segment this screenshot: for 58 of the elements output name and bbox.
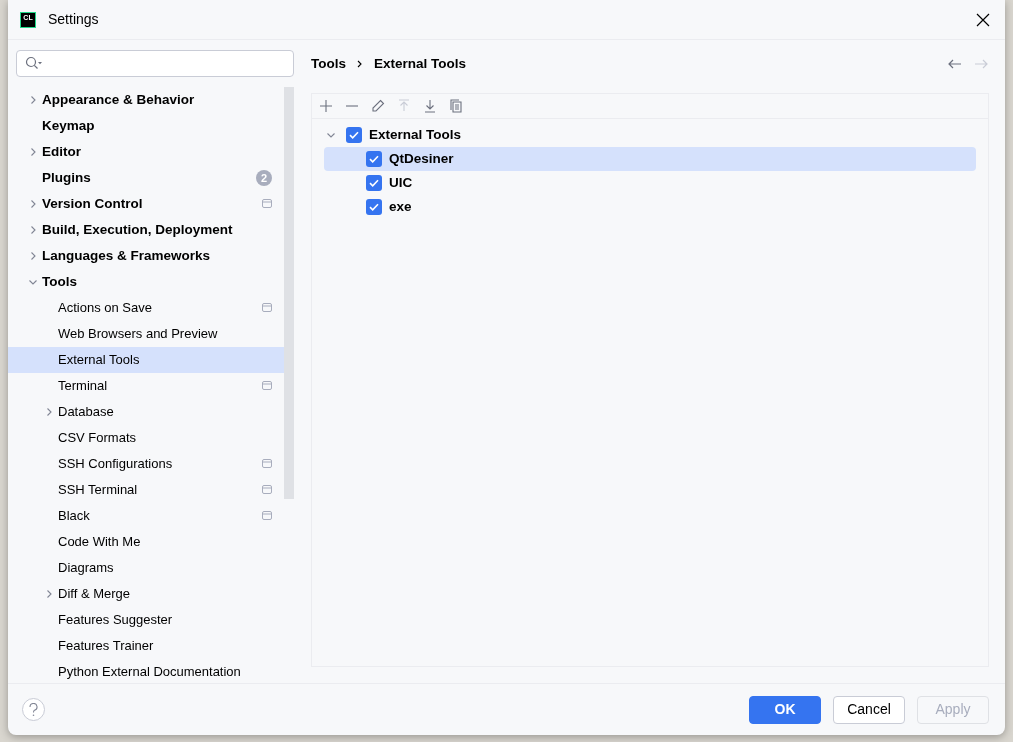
- count-badge: 2: [256, 169, 272, 186]
- check-icon: [368, 153, 380, 165]
- breadcrumb-item: External Tools: [374, 54, 467, 73]
- sidebar-item[interactable]: Build, Execution, Deployment: [8, 216, 284, 243]
- sidebar-item[interactable]: CSV Formats: [8, 424, 284, 451]
- sidebar-item[interactable]: Keymap: [8, 112, 284, 139]
- edit-button[interactable]: [370, 98, 386, 114]
- sidebar-item[interactable]: Version Control: [8, 190, 284, 217]
- sidebar-item[interactable]: Diff & Merge: [8, 580, 284, 607]
- sidebar-item[interactable]: Python External Documentation: [8, 658, 284, 683]
- sidebar-item[interactable]: Database: [8, 398, 284, 425]
- tree-item[interactable]: exe: [324, 195, 976, 219]
- sidebar-item[interactable]: Editor: [8, 138, 284, 165]
- pencil-icon: [370, 98, 386, 114]
- add-button[interactable]: [318, 98, 334, 114]
- sidebar-item[interactable]: SSH Configurations: [8, 450, 284, 477]
- sidebar-item[interactable]: Tools: [8, 268, 284, 295]
- checkbox[interactable]: [366, 175, 382, 191]
- scrollbar[interactable]: [284, 86, 294, 499]
- checkbox[interactable]: [366, 151, 382, 167]
- plus-icon: [318, 98, 334, 114]
- sidebar-item[interactable]: Plugins 2: [8, 164, 284, 191]
- check-icon: [368, 177, 380, 189]
- sidebar-item[interactable]: Code With Me: [8, 528, 284, 555]
- search-icon: [25, 56, 43, 71]
- check-icon: [348, 129, 360, 141]
- sidebar-item[interactable]: Diagrams: [8, 554, 284, 581]
- window-title: Settings: [48, 10, 99, 29]
- sidebar-item[interactable]: Black: [8, 502, 284, 529]
- move-down-button[interactable]: [422, 98, 438, 114]
- sidebar-item[interactable]: Appearance & Behavior: [8, 86, 284, 113]
- dialog-button[interactable]: Cancel: [833, 695, 905, 724]
- sidebar-item[interactable]: Web Browsers and Preview: [8, 320, 284, 347]
- sidebar-item[interactable]: External Tools: [8, 346, 284, 373]
- tree-item[interactable]: UIC: [324, 171, 976, 195]
- question-mark-icon: [29, 702, 38, 717]
- close-icon: [976, 12, 990, 27]
- copy-button[interactable]: [448, 98, 464, 114]
- copy-icon: [448, 98, 464, 114]
- breadcrumb-separator-icon: [356, 59, 364, 69]
- tree-item[interactable]: External Tools: [324, 123, 976, 147]
- sidebar-item[interactable]: Actions on Save: [8, 294, 284, 321]
- search-field[interactable]: [16, 50, 294, 77]
- minus-icon: [346, 105, 358, 107]
- up-arrow-icon: [396, 98, 412, 114]
- sidebar-item[interactable]: Features Trainer: [8, 632, 284, 659]
- sidebar-item[interactable]: Features Suggester: [8, 606, 284, 633]
- breadcrumb-item[interactable]: Tools: [311, 53, 346, 75]
- down-arrow-icon: [422, 98, 438, 114]
- check-icon: [368, 201, 380, 213]
- dialog-button[interactable]: OK: [749, 695, 821, 724]
- sidebar-item[interactable]: Terminal: [8, 372, 284, 399]
- checkbox[interactable]: [366, 199, 382, 215]
- sidebar-item[interactable]: Languages & Frameworks: [8, 242, 284, 269]
- checkbox[interactable]: [346, 127, 362, 143]
- help-button[interactable]: [22, 698, 45, 721]
- sidebar-item[interactable]: SSH Terminal: [8, 476, 284, 503]
- tree-item[interactable]: QtDesiner: [324, 147, 976, 171]
